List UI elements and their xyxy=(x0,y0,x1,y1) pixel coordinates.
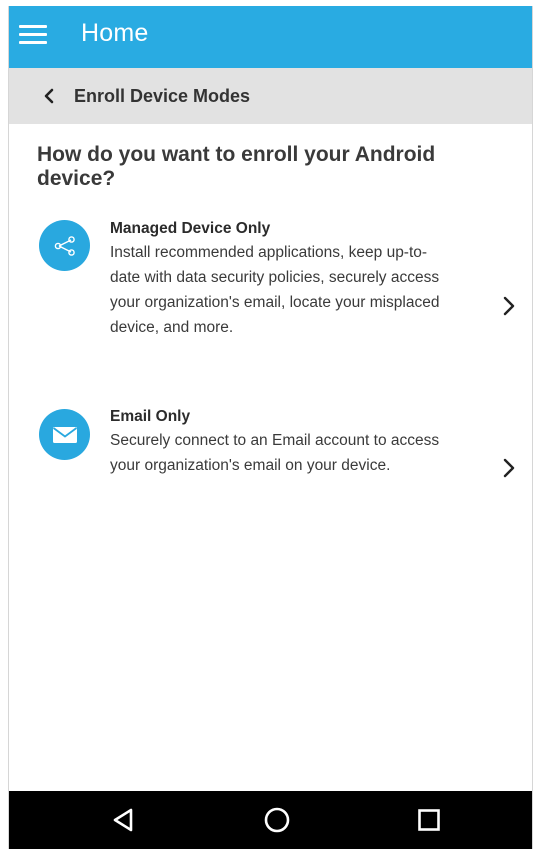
option-email-only[interactable]: Email Only Securely connect to an Email … xyxy=(9,406,532,506)
option-description: Install recommended applications, keep u… xyxy=(110,244,440,336)
nav-recents-square-icon[interactable] xyxy=(414,805,444,835)
option-description: Securely connect to an Email account to … xyxy=(110,432,440,474)
hamburger-menu-icon[interactable] xyxy=(19,21,49,51)
page-title: Enroll Device Modes xyxy=(74,86,251,106)
option-text-block: Managed Device Only Install recommended … xyxy=(110,218,440,340)
nav-back-triangle-icon[interactable] xyxy=(109,805,139,835)
chevron-left-icon[interactable] xyxy=(41,88,57,104)
option-title: Email Only xyxy=(110,408,191,425)
option-title: Managed Device Only xyxy=(110,220,271,237)
chevron-right-icon[interactable] xyxy=(502,296,516,316)
option-managed-device-only[interactable]: Managed Device Only Install recommended … xyxy=(9,218,532,368)
envelope-icon xyxy=(39,409,90,460)
system-navigation-bar xyxy=(9,791,532,849)
option-text-block: Email Only Securely connect to an Email … xyxy=(110,406,440,478)
app-bar: Home xyxy=(9,6,532,68)
share-nodes-icon xyxy=(39,220,90,271)
nav-home-circle-icon[interactable] xyxy=(262,805,292,835)
app-screen: Home Enroll Device Modes How do you want… xyxy=(8,6,533,849)
back-to-previous-bar[interactable]: Enroll Device Modes xyxy=(9,68,532,124)
app-bar-title: Home xyxy=(81,19,149,47)
enroll-question-heading: How do you want to enroll your Android d… xyxy=(37,143,436,190)
chevron-right-icon[interactable] xyxy=(502,458,516,478)
